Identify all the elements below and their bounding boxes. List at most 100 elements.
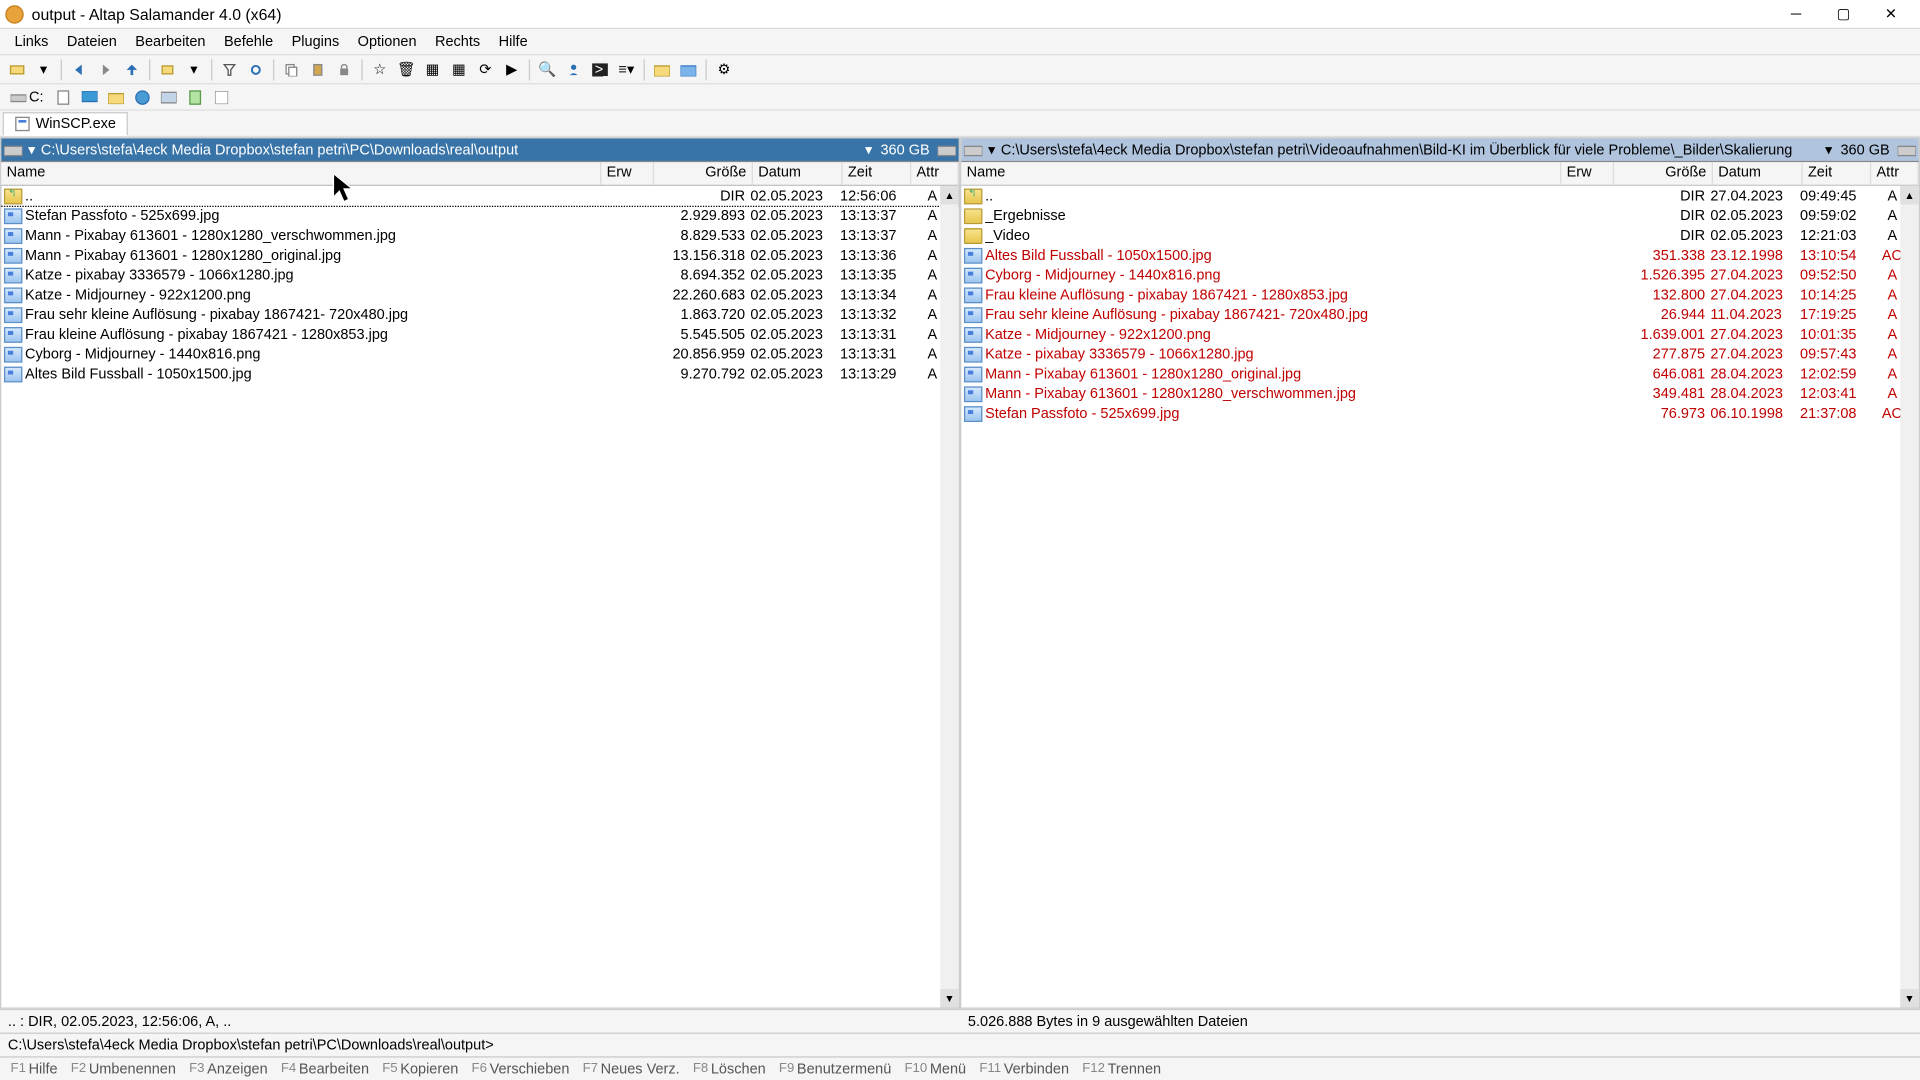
file-row[interactable]: Altes Bild Fussball - 1050x1500.jpg351.3… [961,245,1918,265]
tool-terminal-icon[interactable]: >_ [588,57,612,81]
file-row[interactable]: Cyborg - Midjourney - 1440x816.png20.856… [1,344,958,364]
file-row[interactable]: Stefan Passfoto - 525x699.jpg2.929.89302… [1,206,958,226]
tool-view-icon[interactable]: ≡▾ [615,57,639,81]
file-row[interactable]: Katze - Midjourney - 922x1200.png22.260.… [1,285,958,305]
scroll-down-icon[interactable]: ▼ [1900,989,1918,1007]
fn-f8-button[interactable]: F8Löschen [688,1060,771,1078]
folder-row[interactable]: _ErgebnisseDIR02.05.202309:59:02A [961,206,1918,226]
drive-add-icon[interactable] [210,85,234,109]
file-row[interactable]: Katze - pixabay 3336579 - 1066x1280.jpg2… [961,344,1918,364]
header-date[interactable]: Datum [1713,162,1803,184]
tool-paste-icon[interactable] [306,57,330,81]
menu-rechts[interactable]: Rechts [426,31,490,52]
history-dropdown-icon[interactable]: ▾ [1822,141,1835,158]
tool-star-icon[interactable]: ☆ [368,57,392,81]
drive-recent-icon[interactable] [183,85,207,109]
drive-net-icon[interactable] [131,85,155,109]
menu-bearbeiten[interactable]: Bearbeiten [126,31,215,52]
tool-folder2-icon[interactable] [676,57,700,81]
tool-back-icon[interactable] [67,57,91,81]
file-row[interactable]: Stefan Passfoto - 525x699.jpg76.97306.10… [961,404,1918,424]
header-name[interactable]: Name [1,162,601,184]
menu-plugins[interactable]: Plugins [282,31,348,52]
fn-f4-button[interactable]: F4Bearbeiten [276,1060,375,1078]
file-row[interactable]: Cyborg - Midjourney - 1440x816.png1.526.… [961,265,1918,285]
menu-links[interactable]: Links [5,31,57,52]
scroll-up-icon[interactable]: ▲ [1900,186,1918,204]
scroll-up-icon[interactable]: ▲ [940,186,958,204]
history-dropdown-icon[interactable]: ▾ [862,141,875,158]
tool-folder-icon[interactable] [650,57,674,81]
drive-doc-icon[interactable] [51,85,75,109]
tool-dropdown-icon[interactable]: ▾ [32,57,56,81]
fn-f6-button[interactable]: F6Verschieben [466,1060,574,1078]
tool-connect-icon[interactable] [5,57,29,81]
right-file-list[interactable]: ..DIR27.04.202309:49:45A_ErgebnisseDIR02… [961,186,1918,1008]
file-row[interactable]: Mann - Pixabay 613601 - 1280x1280_origin… [961,364,1918,384]
header-name[interactable]: Name [961,162,1561,184]
tool-up-icon[interactable] [120,57,144,81]
tool-dropdown2-icon[interactable]: ▾ [182,57,206,81]
file-row[interactable]: Altes Bild Fussball - 1050x1500.jpg9.270… [1,364,958,384]
file-row[interactable]: Frau kleine Auflösung - pixabay 1867421 … [1,324,958,344]
file-row[interactable]: Katze - Midjourney - 922x1200.png1.639.0… [961,324,1918,344]
header-attr[interactable]: Attr [1871,162,1918,184]
drive-desktop-icon[interactable] [78,85,102,109]
menu-befehle[interactable]: Befehle [215,31,283,52]
fn-f3-button[interactable]: F3Anzeigen [184,1060,273,1078]
menu-hilfe[interactable]: Hilfe [489,31,536,52]
tool-copy-icon[interactable] [280,57,304,81]
tool-hotpath-icon[interactable] [156,57,180,81]
left-file-list[interactable]: ..DIR02.05.202312:56:06AStefan Passfoto … [1,186,958,1008]
tool-exec-icon[interactable]: ▶ [500,57,524,81]
file-row[interactable]: Frau sehr kleine Auflösung - pixabay 186… [1,305,958,325]
tool-lock-icon[interactable] [332,57,356,81]
scroll-down-icon[interactable]: ▼ [940,989,958,1007]
tool-sync-icon[interactable]: ⟳ [473,57,497,81]
header-date[interactable]: Datum [753,162,843,184]
left-pathbar[interactable]: ▾ C:\Users\stefa\4eck Media Dropbox\stef… [1,138,958,162]
file-row[interactable]: Mann - Pixabay 613601 - 1280x1280_versch… [961,384,1918,404]
tool-refresh-icon[interactable] [244,57,268,81]
header-ext[interactable]: Erw [1561,162,1614,184]
fn-f1-button[interactable]: F1Hilfe [5,1060,63,1078]
scrollbar[interactable]: ▲ ▼ [940,186,958,1008]
tool-person-icon[interactable] [562,57,586,81]
chevron-down-icon[interactable]: ▾ [985,141,998,158]
tool-forward-icon[interactable] [94,57,118,81]
file-row[interactable]: Frau sehr kleine Auflösung - pixabay 186… [961,305,1918,325]
folder-row[interactable]: _VideoDIR02.05.202312:21:03A [961,225,1918,245]
scrollbar[interactable]: ▲ ▼ [1900,186,1918,1008]
right-pathbar[interactable]: ▾ C:\Users\stefa\4eck Media Dropbox\stef… [961,138,1918,162]
menu-dateien[interactable]: Dateien [58,31,126,52]
header-time[interactable]: Zeit [1803,162,1872,184]
fn-f12-button[interactable]: F12Trennen [1077,1060,1166,1078]
fn-f7-button[interactable]: F7Neues Verz. [577,1060,685,1078]
tab-winscp[interactable]: WinSCP.exe [3,111,128,135]
parent-dir-row[interactable]: ..DIR27.04.202309:49:45A [961,186,1918,206]
command-line[interactable]: C:\Users\stefa\4eck Media Dropbox\stefan… [0,1033,1920,1057]
close-button[interactable]: ✕ [1867,1,1914,27]
fn-f11-button[interactable]: F11Verbinden [974,1060,1074,1078]
tool-props-icon[interactable]: ▦ [421,57,445,81]
fn-f5-button[interactable]: F5Kopieren [377,1060,464,1078]
fn-f2-button[interactable]: F2Umbenennen [66,1060,182,1078]
header-time[interactable]: Zeit [843,162,912,184]
tool-filter-icon[interactable] [218,57,242,81]
drive-folder-icon[interactable] [104,85,128,109]
file-row[interactable]: Mann - Pixabay 613601 - 1280x1280_versch… [1,225,958,245]
header-size[interactable]: Größe [654,162,753,184]
tool-trash-icon[interactable]: 🗑 [394,57,418,81]
chevron-down-icon[interactable]: ▾ [25,141,38,158]
parent-dir-row[interactable]: ..DIR02.05.202312:56:06A [1,186,958,206]
drive-cloud-icon[interactable] [157,85,181,109]
drive-c-button[interactable]: C: [5,86,49,107]
menu-optionen[interactable]: Optionen [348,31,425,52]
header-ext[interactable]: Erw [601,162,654,184]
header-attr[interactable]: Attr [911,162,958,184]
fn-f10-button[interactable]: F10Menü [899,1060,971,1078]
minimize-button[interactable]: ─ [1772,1,1819,27]
file-row[interactable]: Frau kleine Auflösung - pixabay 1867421 … [961,285,1918,305]
maximize-button[interactable]: ▢ [1820,1,1867,27]
tool-search-icon[interactable]: 🔍 [535,57,559,81]
